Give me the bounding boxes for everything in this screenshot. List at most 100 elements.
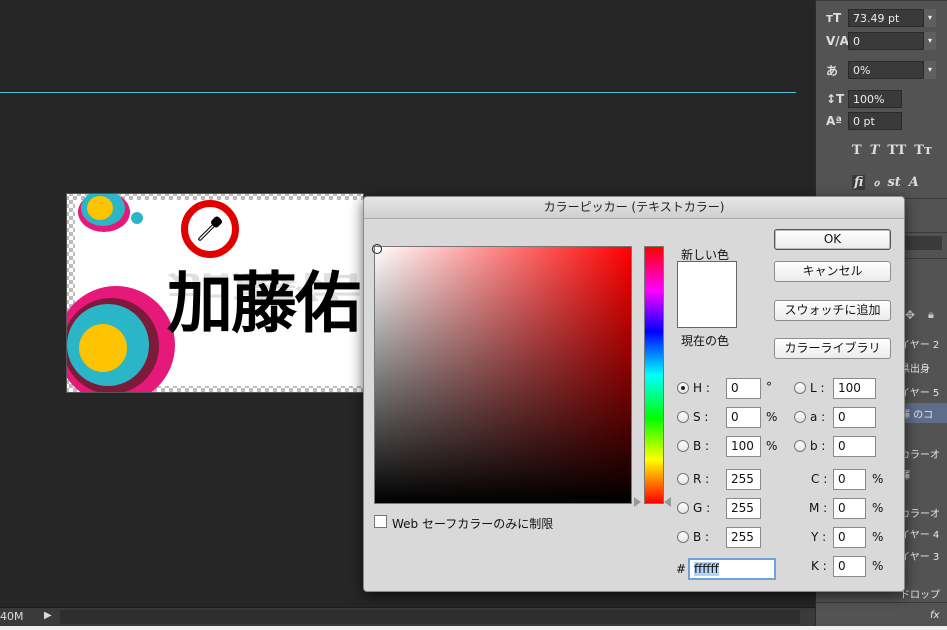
panel-field[interactable] <box>902 236 942 250</box>
red-radio[interactable] <box>677 473 689 485</box>
layer-item[interactable]: イヤー 5 <box>900 384 939 399</box>
green-field[interactable]: 255 <box>726 498 761 519</box>
cyan-field[interactable]: 0 <box>833 469 866 490</box>
kerning-field[interactable]: 0 <box>848 32 924 50</box>
tracking-icon: あ <box>826 63 839 78</box>
font-size-row: ᴛT 73.49 pt ▾ <box>826 8 936 28</box>
chevron-down-icon[interactable]: ▾ <box>924 9 936 27</box>
saturation-brightness-field[interactable] <box>374 246 632 504</box>
a-channel-label: a : <box>810 410 826 424</box>
percent-unit: % <box>766 410 778 424</box>
status-menu-arrow-icon[interactable]: ▶ <box>44 610 52 621</box>
layer-item[interactable]: カラーオ <box>900 446 940 461</box>
green-radio[interactable] <box>677 502 689 514</box>
stylistic-button[interactable]: st <box>887 175 900 190</box>
percent-unit: % <box>872 530 884 544</box>
hex-label: # <box>676 562 687 576</box>
web-safe-label: Web セーフカラーのみに制限 <box>392 517 554 531</box>
red-field[interactable]: 255 <box>726 469 761 490</box>
bottom-edge <box>0 626 947 630</box>
italic-style-button[interactable]: T <box>870 143 880 158</box>
lock-icon[interactable]: 🔒︎ <box>928 308 934 322</box>
hex-field[interactable]: ffffff <box>688 558 776 580</box>
layer-item[interactable]: イヤー 4 <box>900 526 939 541</box>
hue-field[interactable]: 0 <box>726 378 761 399</box>
layer-item[interactable]: イヤー 2 <box>900 336 939 351</box>
saturation-field[interactable]: 0 <box>726 407 761 428</box>
swash-button[interactable]: A <box>909 175 919 190</box>
move-icon[interactable]: ✥ <box>905 308 915 322</box>
ligature-button[interactable]: fi <box>852 175 866 190</box>
hue-slider[interactable] <box>644 246 664 504</box>
blue-field[interactable]: 255 <box>726 527 761 548</box>
faux-style-buttons: T T TT Tт <box>852 143 932 158</box>
a-channel-radio[interactable] <box>794 411 806 423</box>
kerning-icon: V/A <box>826 34 849 48</box>
ok-button[interactable]: OK <box>774 229 891 250</box>
yellow-field[interactable]: 0 <box>833 527 866 548</box>
kerning-row: V/A 0 ▾ <box>826 31 936 51</box>
cancel-button[interactable]: キャンセル <box>774 261 891 282</box>
layer-item[interactable]: イヤー 3 <box>900 548 939 563</box>
bold-style-button[interactable]: T <box>852 143 862 158</box>
black-field[interactable]: 0 <box>833 556 866 577</box>
blue-radio[interactable] <box>677 531 689 543</box>
document-name-reflection: 加藤佑 <box>167 268 359 304</box>
lightness-field[interactable]: 100 <box>833 378 876 399</box>
baseline-shift-field[interactable]: 0 pt <box>848 112 902 130</box>
deco-circle <box>131 212 143 224</box>
fx-icon[interactable]: fx <box>930 610 939 621</box>
hue-slider-handle-right[interactable] <box>664 497 671 507</box>
panel-divider <box>815 0 947 1</box>
b-channel-field[interactable]: 0 <box>833 436 876 457</box>
opentype-buttons: fi ℴ st A <box>852 175 919 190</box>
lightness-radio[interactable] <box>794 382 806 394</box>
smallcaps-style-button[interactable]: Tт <box>914 143 932 158</box>
baseline-row: Aª 0 pt <box>826 111 902 131</box>
chevron-down-icon[interactable]: ▾ <box>924 32 936 50</box>
eyedropper-icon <box>198 216 222 241</box>
brightness-field[interactable]: 100 <box>726 436 761 457</box>
add-to-swatches-button[interactable]: スウォッチに追加 <box>774 300 891 321</box>
layer-item[interactable]: カラーオ <box>900 505 940 520</box>
percent-unit: % <box>872 559 884 573</box>
tracking-row: あ 0% ▾ <box>826 60 936 80</box>
tracking-field[interactable]: 0% <box>848 61 924 79</box>
hue-slider-handle-left[interactable] <box>634 497 641 507</box>
a-channel-field[interactable]: 0 <box>833 407 876 428</box>
vertical-scale-row: ↕T 100% <box>826 89 902 109</box>
green-label: G : <box>693 501 711 515</box>
degree-unit: ° <box>766 380 772 394</box>
font-size-field[interactable]: 73.49 pt <box>848 9 924 27</box>
blue-label: B : <box>693 530 710 544</box>
guide-line <box>0 92 796 93</box>
magenta-field[interactable]: 0 <box>833 498 866 519</box>
color-field-marker[interactable] <box>372 244 382 254</box>
layer-effect-item[interactable]: ドロップ <box>900 586 940 601</box>
saturation-radio[interactable] <box>677 411 689 423</box>
panel-divider <box>815 602 947 603</box>
red-label: R : <box>693 472 710 486</box>
color-picker-dialog: カラーピッカー (テキストカラー) 新しい色 現在の色 OK キャンセル スウォ… <box>363 196 905 592</box>
discretionary-button[interactable]: ℴ <box>873 175 879 190</box>
horizontal-scrollbar[interactable] <box>60 610 800 624</box>
magenta-label: M : <box>809 501 828 515</box>
hue-label: H : <box>693 381 710 395</box>
b-channel-radio[interactable] <box>794 440 806 452</box>
brightness-label: B : <box>693 439 710 453</box>
vertical-scale-field[interactable]: 100% <box>848 90 902 108</box>
font-size-icon: ᴛT <box>826 11 842 25</box>
current-color-swatch[interactable] <box>677 294 737 328</box>
zoom-level[interactable]: 40M <box>0 610 24 623</box>
allcaps-style-button[interactable]: TT <box>887 143 906 158</box>
yellow-label: Y : <box>811 530 827 544</box>
dialog-title[interactable]: カラーピッカー (テキストカラー) <box>364 197 904 219</box>
eyedropper-annotation <box>181 200 239 258</box>
web-safe-checkbox[interactable] <box>374 515 387 528</box>
color-libraries-button[interactable]: カラーライブラリ <box>774 338 891 359</box>
percent-unit: % <box>872 472 884 486</box>
hue-radio[interactable] <box>677 382 689 394</box>
new-color-swatch <box>677 261 737 295</box>
chevron-down-icon[interactable]: ▾ <box>924 61 936 79</box>
brightness-radio[interactable] <box>677 440 689 452</box>
